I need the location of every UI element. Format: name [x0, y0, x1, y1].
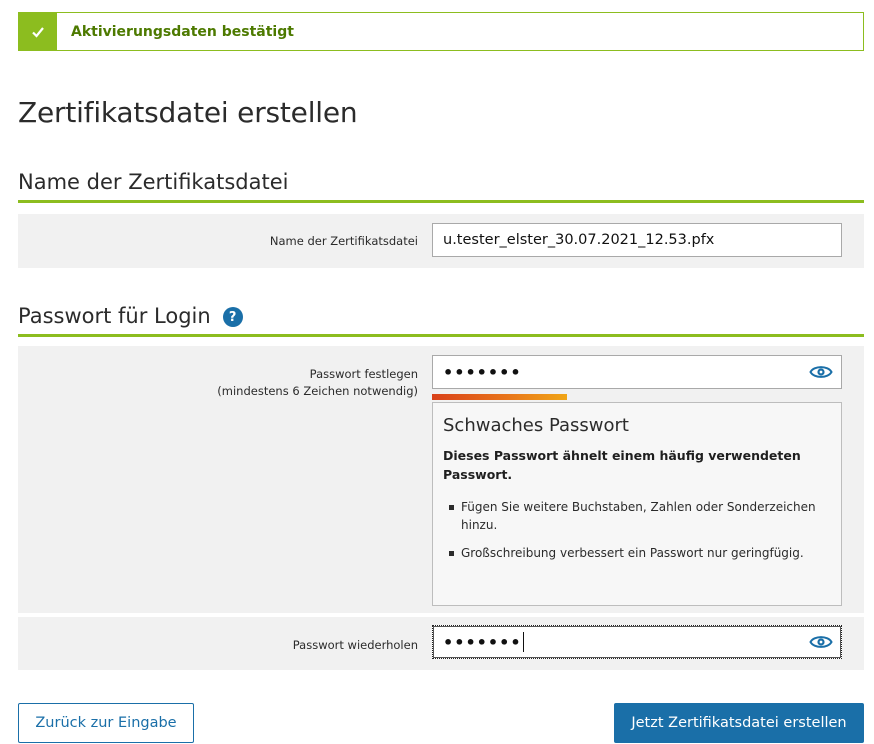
password-strength-bar [432, 394, 567, 400]
password-set-row: Passwort festlegen (mindestens 6 Zeichen… [18, 346, 864, 613]
eye-icon[interactable] [809, 633, 833, 651]
password-set-value: ••••••• [443, 362, 522, 382]
filename-label: Name der Zertifikatsdatei [269, 234, 418, 248]
password-repeat-value: ••••••• [443, 632, 522, 652]
password-hint-item: Großschreibung verbessert ein Passwort n… [443, 544, 831, 562]
password-set-label: Passwort festlegen [309, 367, 418, 381]
filename-row: Name der Zertifikatsdatei u.tester_elste… [18, 214, 864, 268]
password-set-input[interactable]: ••••••• [432, 355, 842, 389]
back-button[interactable]: Zurück zur Eingabe [18, 703, 194, 743]
filename-value: u.tester_elster_30.07.2021_12.53.pfx [443, 232, 715, 248]
password-strength-message: Dieses Passwort ähnelt einem häufig verw… [443, 448, 801, 482]
text-caret [522, 632, 524, 652]
password-set-sublabel: (mindestens 6 Zeichen notwendig) [217, 384, 418, 398]
page-title: Zertifikatsdatei erstellen [18, 96, 358, 129]
section-heading-password-text: Passwort für Login [18, 304, 211, 328]
password-set-label-group: Passwort festlegen (mindestens 6 Zeichen… [217, 366, 418, 400]
password-strength-title: Schwaches Passwort [443, 415, 629, 436]
create-certificate-button[interactable]: Jetzt Zertifikatsdatei erstellen [614, 703, 864, 743]
password-strength-panel: Schwaches Passwort Dieses Passwort ähnel… [432, 402, 842, 606]
password-repeat-row: Passwort wiederholen ••••••• [18, 617, 864, 670]
eye-icon[interactable] [809, 363, 833, 381]
section-heading-filename-text: Name der Zertifikatsdatei [18, 170, 289, 194]
success-banner: Aktivierungsdaten bestätigt [18, 12, 864, 51]
password-repeat-input[interactable]: ••••••• [432, 625, 842, 659]
password-hint-list: Fügen Sie weitere Buchstaben, Zahlen ode… [443, 498, 831, 562]
filename-input[interactable]: u.tester_elster_30.07.2021_12.53.pfx [432, 223, 842, 257]
section-heading-filename: Name der Zertifikatsdatei [18, 170, 864, 203]
success-message: Aktivierungsdaten bestätigt [71, 23, 294, 40]
help-icon[interactable]: ? [222, 307, 243, 327]
password-repeat-label: Passwort wiederholen [292, 638, 418, 652]
password-hint-item: Fügen Sie weitere Buchstaben, Zahlen ode… [443, 498, 831, 534]
section-heading-password: Passwort für Login ? [18, 304, 864, 337]
check-icon [19, 13, 57, 50]
